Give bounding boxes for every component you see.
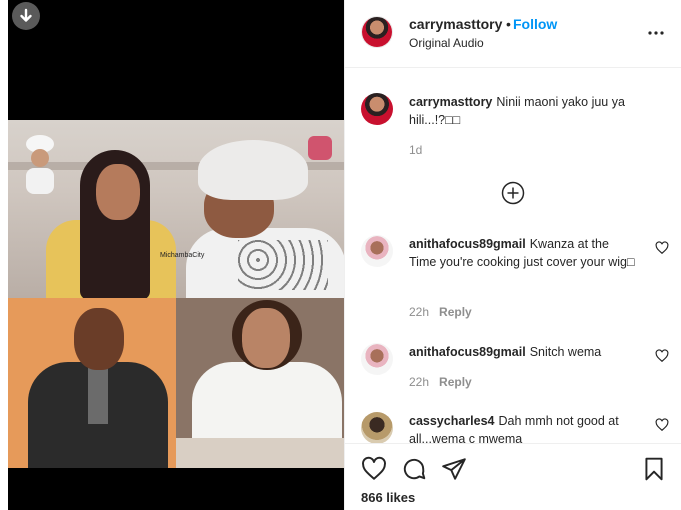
video-panel-man — [8, 298, 176, 468]
more-options-button[interactable] — [645, 22, 667, 44]
share-icon[interactable] — [441, 456, 467, 482]
comment-avatar[interactable] — [361, 235, 393, 267]
more-options-icon — [648, 31, 664, 35]
page-gutter — [0, 0, 8, 510]
comment-username[interactable]: anithafocus89gmail — [409, 345, 526, 359]
caption-meta: 1d — [409, 143, 422, 157]
likes-count[interactable]: 866 likes — [361, 490, 415, 505]
video-panel-woman — [176, 298, 344, 468]
post-actions: 866 likes — [345, 443, 681, 510]
follow-button[interactable]: Follow — [513, 16, 557, 32]
video-frame: MichambaCity — [8, 120, 344, 468]
comment-avatar[interactable] — [361, 343, 393, 375]
post-sidebar: carrymasttory • Follow Original Audio ca… — [344, 0, 681, 510]
comments-list[interactable]: carrymasttory Ninii maoni yako juu ya hil… — [345, 69, 681, 443]
overlay-badge — [308, 136, 332, 160]
chef-figure — [26, 135, 54, 194]
caption-text: carrymasttory Ninii maoni yako juu ya hil… — [409, 93, 659, 129]
media-watermark: MichambaCity — [160, 252, 205, 259]
caption-avatar[interactable] — [361, 93, 393, 125]
download-arrow-icon — [20, 8, 32, 22]
comment-text: anithafocus89gmail Kwanza at the Time you… — [409, 235, 637, 271]
comment-meta: 22h Reply — [409, 375, 472, 389]
caption-time[interactable]: 1d — [409, 143, 422, 157]
post-media[interactable]: MichambaCity — [8, 0, 344, 510]
caption-username[interactable]: carrymasttory — [409, 95, 492, 109]
comment-icon[interactable] — [401, 456, 427, 482]
comment-time[interactable]: 22h — [409, 375, 429, 389]
author-avatar[interactable] — [361, 16, 393, 48]
reply-button[interactable]: Reply — [439, 375, 472, 389]
comment-text: cassycharles4 Dah mmh not good at all...w… — [409, 412, 637, 443]
comment-body: Snitch wema — [529, 345, 602, 359]
post-header: carrymasttory • Follow Original Audio — [345, 0, 681, 68]
plus-circle-icon[interactable] — [501, 181, 525, 205]
video-panel-kitchen: MichambaCity — [8, 120, 344, 298]
author-username[interactable]: carrymasttory — [409, 16, 502, 32]
comment-meta: 22h Reply — [409, 305, 472, 319]
comment-text: anithafocus89gmail Snitch wema — [409, 343, 637, 361]
bookmark-icon[interactable] — [641, 456, 667, 482]
heart-icon[interactable] — [361, 456, 387, 482]
comment-like-icon[interactable] — [655, 241, 669, 255]
download-button[interactable] — [12, 2, 40, 30]
comment-time[interactable]: 22h — [409, 305, 429, 319]
comment-like-icon[interactable] — [655, 418, 669, 432]
audio-link[interactable]: Original Audio — [409, 36, 484, 50]
reply-button[interactable]: Reply — [439, 305, 472, 319]
separator-dot: • — [506, 16, 511, 32]
comment-username[interactable]: anithafocus89gmail — [409, 237, 526, 251]
comment-like-icon[interactable] — [655, 349, 669, 363]
comment-avatar[interactable] — [361, 412, 393, 443]
comment-username[interactable]: cassycharles4 — [409, 414, 495, 428]
